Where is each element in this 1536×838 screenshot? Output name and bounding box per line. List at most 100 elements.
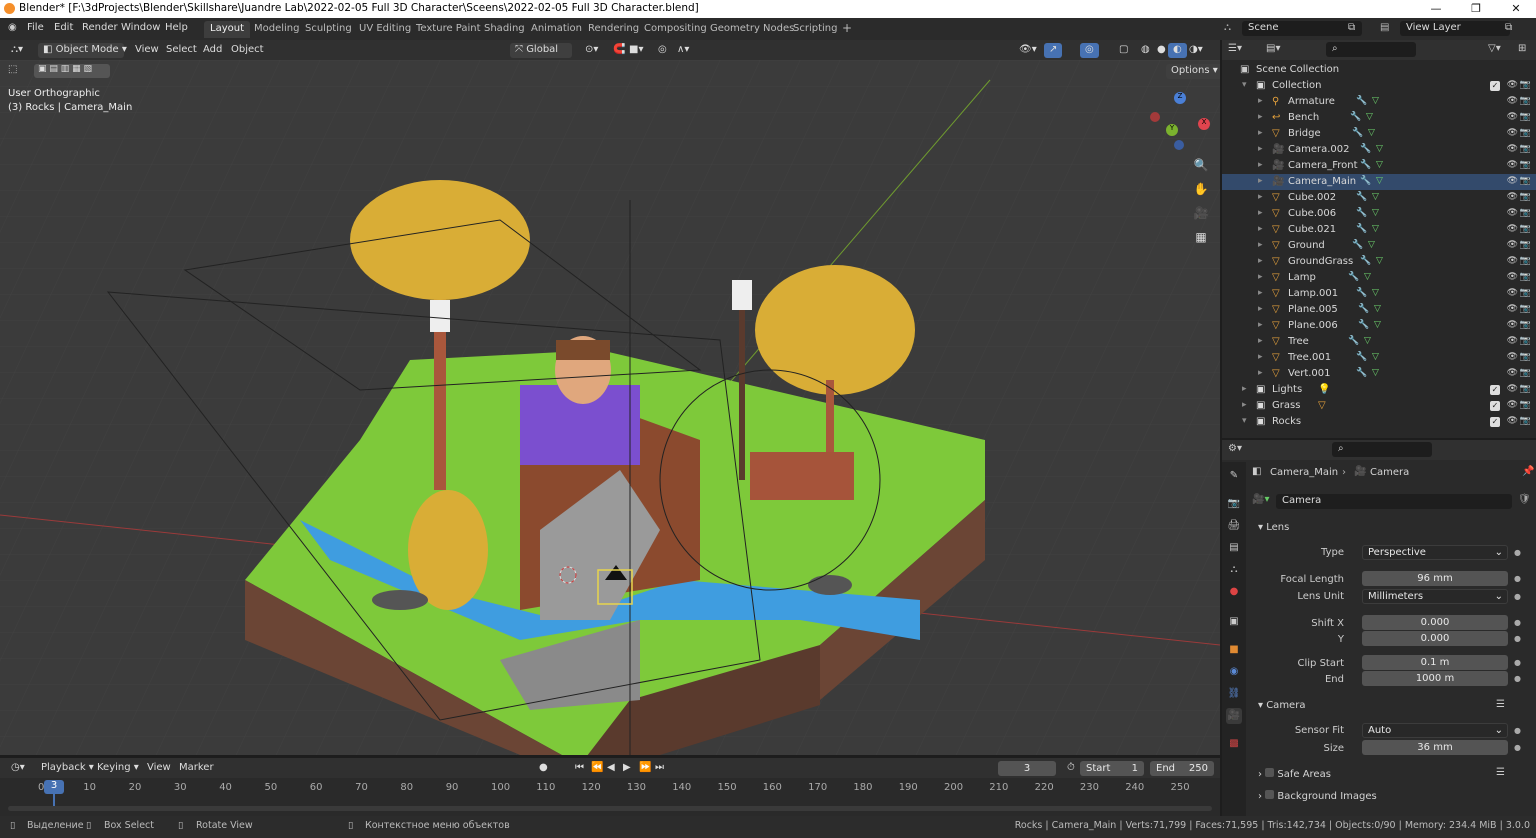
snap-target-icon[interactable]: ■▾	[624, 43, 648, 58]
playhead-marker[interactable]: 3	[44, 780, 64, 794]
keyframe-dot-icon[interactable]: ●	[1514, 592, 1521, 601]
x-axis-icon[interactable]: X	[1198, 118, 1210, 130]
scene-tab-icon[interactable]: ⛬	[1226, 562, 1242, 578]
camera-data-tab-icon[interactable]: 🎥	[1226, 708, 1242, 724]
camera-section-header[interactable]: ▾ Camera	[1258, 700, 1305, 711]
expand-icon[interactable]: ▾	[1242, 80, 1247, 90]
tool-tab-icon[interactable]: ✎	[1226, 468, 1242, 484]
menu-view[interactable]: View	[130, 43, 164, 58]
filter-icon[interactable]: ▽▾	[1488, 43, 1501, 54]
lens-type-dropdown[interactable]: Perspective ⌄	[1362, 545, 1508, 560]
presets-list-icon[interactable]: ☰	[1496, 767, 1505, 778]
eye-icon[interactable]: 👁	[1507, 352, 1518, 362]
eye-icon[interactable]: 👁	[1507, 208, 1518, 218]
tab-sculpting[interactable]: Sculpting	[299, 21, 358, 38]
pan-hand-icon[interactable]: ✋	[1190, 178, 1212, 200]
keyframe-dot-icon[interactable]: ●	[1514, 743, 1521, 752]
timeline-view-menu[interactable]: View	[142, 761, 176, 776]
minimize-icon[interactable]: —	[1416, 0, 1456, 18]
expand-icon[interactable]: ▸	[1258, 160, 1263, 170]
close-icon[interactable]: ✕	[1496, 0, 1536, 18]
outliner-object-row[interactable]: ▸ ▽ Lamp.001 🔧 ▽ 👁 📷	[1222, 286, 1536, 302]
maximize-icon[interactable]: ❐	[1456, 0, 1496, 18]
keyframe-dot-icon[interactable]: ●	[1514, 574, 1521, 583]
render-icon[interactable]: 📷	[1520, 208, 1531, 218]
expand-icon[interactable]: ▸	[1258, 176, 1263, 186]
eye-icon[interactable]: 👁	[1507, 256, 1518, 266]
keyframe-dot-icon[interactable]: ●	[1514, 726, 1521, 735]
render-tab-icon[interactable]: 📷	[1226, 496, 1242, 512]
render-icon[interactable]: 📷	[1520, 320, 1531, 330]
keying-menu[interactable]: Keying ▾	[92, 761, 144, 776]
eye-icon[interactable]: 👁	[1507, 176, 1518, 186]
outliner-object-row[interactable]: ▸ 🎥 Camera_Front 🔧 ▽ 👁 📷	[1222, 158, 1536, 174]
blender-menu-icon[interactable]: ◉	[8, 22, 17, 33]
keyframe-dot-icon[interactable]: ●	[1514, 548, 1521, 557]
eye-icon[interactable]: 👁	[1507, 400, 1518, 410]
xray-icon[interactable]: ▢	[1114, 43, 1133, 58]
render-icon[interactable]: 📷	[1520, 176, 1531, 186]
tab-animation[interactable]: Animation	[525, 21, 588, 38]
z-axis-icon[interactable]: Z	[1174, 92, 1186, 104]
outliner-object-row[interactable]: ▸ ⚲ Armature 🔧 ▽ 👁 📷	[1222, 94, 1536, 110]
current-frame-field[interactable]: 3	[998, 761, 1056, 776]
eye-icon[interactable]: 👁	[1507, 80, 1518, 90]
render-icon[interactable]: 📷	[1520, 288, 1531, 298]
outliner-object-row[interactable]: ▸ ▽ Cube.002 🔧 ▽ 👁 📷	[1222, 190, 1536, 206]
render-icon[interactable]: 📷	[1520, 128, 1531, 138]
constraints-tab-icon[interactable]: ⛓	[1226, 686, 1242, 702]
lens-unit-dropdown[interactable]: Millimeters ⌄	[1362, 589, 1508, 604]
scene-selector[interactable]: Scene	[1242, 21, 1362, 36]
expand-icon[interactable]: ▸	[1258, 304, 1263, 314]
shift-x-field[interactable]: 0.000	[1362, 615, 1508, 630]
collection-row[interactable]: ▾ ▣ Collection ✓ 👁 📷	[1222, 78, 1536, 94]
neg-x-icon[interactable]	[1150, 112, 1160, 122]
render-icon[interactable]: 📷	[1520, 384, 1531, 394]
3d-viewport[interactable]: ⬚ ▣ ▤ ▥ ▦ ▧ User Orthographic (3) Rocks …	[0, 60, 1220, 755]
display-mode-icon[interactable]: ▤▾	[1266, 43, 1280, 54]
tab-compositing[interactable]: Compositing	[638, 21, 713, 38]
menu-render[interactable]: Render	[82, 22, 118, 33]
eye-icon[interactable]: 👁	[1507, 320, 1518, 330]
render-icon[interactable]: 📷	[1520, 240, 1531, 250]
eye-icon[interactable]: 👁	[1507, 272, 1518, 282]
outliner-object-row[interactable]: ▸ ▽ Vert.001 🔧 ▽ 👁 📷	[1222, 366, 1536, 382]
y-axis-icon[interactable]: Y	[1166, 124, 1178, 136]
lens-section-header[interactable]: ▾ Lens	[1258, 522, 1289, 533]
fake-user-icon[interactable]: 🛡	[1518, 494, 1531, 505]
zoom-icon[interactable]: 🔍	[1190, 154, 1212, 176]
tab-uv-editing[interactable]: UV Editing	[353, 21, 417, 38]
physics-tab-icon[interactable]: ◉	[1226, 664, 1242, 680]
outliner-object-row[interactable]: ▸ ▽ GroundGrass 🔧 ▽ 👁 📷	[1222, 254, 1536, 270]
expand-icon[interactable]: ▸	[1258, 224, 1263, 234]
clip-end-field[interactable]: 1000 m	[1362, 671, 1508, 686]
sensor-size-field[interactable]: 36 mm	[1362, 740, 1508, 755]
mode-selector[interactable]: ◧ Object Mode ▾	[38, 43, 127, 58]
focal-length-field[interactable]: 96 mm	[1362, 571, 1508, 586]
outliner-object-row[interactable]: ▸ ▽ Plane.006 🔧 ▽ 👁 📷	[1222, 318, 1536, 334]
orientation-selector[interactable]: ⤧ Global	[510, 43, 572, 58]
ortho-grid-icon[interactable]: ▦	[1190, 226, 1212, 248]
expand-icon[interactable]: ▸	[1258, 352, 1263, 362]
outliner-object-row[interactable]: ▸ ▽ Ground 🔧 ▽ 👁 📷	[1222, 238, 1536, 254]
render-icon[interactable]: 📷	[1520, 368, 1531, 378]
eye-icon[interactable]: 👁	[1507, 128, 1518, 138]
outliner-object-row[interactable]: ▸ ▽ Tree.001 🔧 ▽ 👁 📷	[1222, 350, 1536, 366]
expand-icon[interactable]: ▸	[1242, 400, 1247, 410]
sensor-fit-dropdown[interactable]: Auto ⌄	[1362, 723, 1508, 738]
render-icon[interactable]: 📷	[1520, 400, 1531, 410]
render-icon[interactable]: 📷	[1520, 80, 1531, 90]
outliner-object-row[interactable]: ▸ ▽ Cube.021 🔧 ▽ 👁 📷	[1222, 222, 1536, 238]
eye-icon[interactable]: 👁	[1507, 368, 1518, 378]
outliner-search-input[interactable]: ⌕	[1326, 42, 1416, 57]
eye-icon[interactable]: 👁	[1507, 192, 1518, 202]
rendered-shading-icon[interactable]: ◑▾	[1184, 43, 1208, 58]
outliner-object-row[interactable]: ▸ 🎥 Camera.002 🔧 ▽ 👁 📷	[1222, 142, 1536, 158]
checkbox-icon[interactable]	[1265, 790, 1275, 799]
eye-icon[interactable]: 👁	[1507, 288, 1518, 298]
checkbox-icon[interactable]: ✓	[1490, 417, 1500, 427]
texture-tab-icon[interactable]: ▩	[1226, 736, 1242, 752]
menu-window[interactable]: Window	[121, 22, 160, 33]
scene-icon[interactable]: ⛬	[1224, 22, 1231, 33]
render-icon[interactable]: 📷	[1520, 256, 1531, 266]
